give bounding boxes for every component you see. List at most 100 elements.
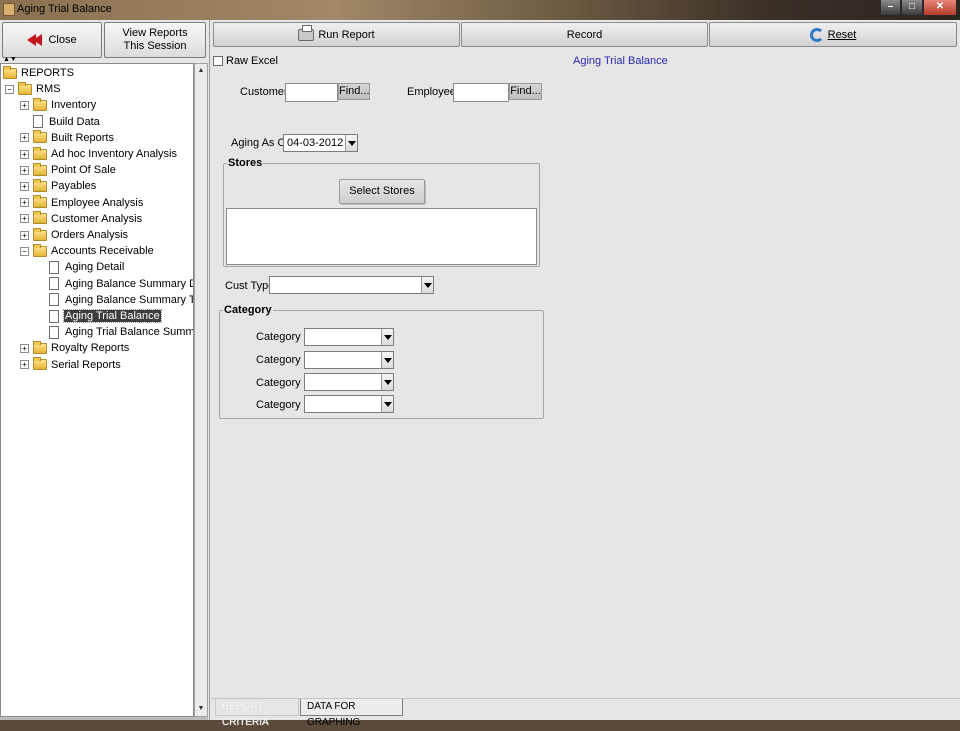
dropdown-arrow-icon[interactable] xyxy=(421,277,433,293)
expand-icon[interactable]: + xyxy=(20,343,29,353)
collapse-icon[interactable]: − xyxy=(20,246,29,256)
minimize-button[interactable]: – xyxy=(880,0,901,16)
refresh-icon xyxy=(809,27,824,42)
employee-find-button[interactable]: Find... xyxy=(509,83,542,100)
tree-item[interactable]: + Employee Analysis xyxy=(20,195,144,211)
dropdown-arrow-icon[interactable] xyxy=(381,329,393,345)
right-pane: Run Report Record Reset Raw Excel Aging … xyxy=(211,20,960,728)
customer-find-button[interactable]: Find... xyxy=(338,83,370,100)
expand-icon[interactable]: + xyxy=(20,133,29,143)
dropdown-arrow-icon[interactable] xyxy=(381,374,393,390)
tree-item[interactable]: + Payables xyxy=(20,178,97,194)
aging-as-of-label: Aging As Of xyxy=(231,137,290,149)
employee-label: Employee xyxy=(407,86,456,98)
report-tree[interactable]: REPORTS − RMS + Inventory Build Data + Built Re… xyxy=(0,63,194,717)
expand-icon[interactable]: + xyxy=(20,181,29,191)
run-report-button[interactable]: Run Report xyxy=(213,22,460,47)
tab-report-criteria[interactable]: REPORT CRITERIA xyxy=(215,699,299,728)
expand-icon[interactable]: + xyxy=(20,360,29,370)
expand-icon[interactable]: + xyxy=(20,198,29,208)
folder-icon xyxy=(33,97,47,111)
tree-item-label: Aging Detail xyxy=(65,261,125,274)
title-bar: Aging Trial Balance – □ ✕ xyxy=(0,0,960,20)
tree-item[interactable]: Aging Detail xyxy=(36,259,125,275)
tree-item[interactable]: − Accounts Receivable xyxy=(20,243,155,259)
tree-item-label: Aging Balance Summary Totals xyxy=(65,293,194,306)
expand-icon[interactable]: + xyxy=(20,149,29,159)
maximize-button[interactable]: □ xyxy=(901,0,923,16)
category-4-select[interactable] xyxy=(304,395,394,413)
close-window-button[interactable]: ✕ xyxy=(923,0,957,16)
tree-item[interactable]: Aging Trial Balance xyxy=(36,308,162,324)
tree-item-label: Build Data xyxy=(49,115,100,128)
tree-item-label: RMS xyxy=(36,83,61,96)
category-1-label: Category 1 xyxy=(256,331,310,343)
tab-data-for-graphing[interactable]: DATA FOR GRAPHING xyxy=(300,699,403,728)
reset-button[interactable]: Reset xyxy=(709,22,957,47)
reset-label: Reset xyxy=(827,28,857,41)
folder-icon xyxy=(33,195,47,209)
dropdown-arrow-icon[interactable] xyxy=(381,396,393,412)
stores-list[interactable] xyxy=(226,208,537,265)
category-3-select[interactable] xyxy=(304,373,394,391)
close-button-label: Close xyxy=(48,34,77,46)
raw-excel-option[interactable]: Raw Excel xyxy=(213,55,278,67)
document-icon xyxy=(49,260,59,274)
dropdown-arrow-icon[interactable] xyxy=(381,352,393,368)
cust-type-label: Cust Type xyxy=(225,280,275,292)
folder-icon xyxy=(33,130,47,144)
raw-excel-checkbox[interactable] xyxy=(213,56,223,66)
tree-item[interactable]: + Built Reports xyxy=(20,130,115,146)
tree-item[interactable]: Aging Balance Summary Totals xyxy=(36,292,194,308)
bottom-tabs: REPORT CRITERIA DATA FOR GRAPHING xyxy=(211,698,960,728)
category-2-select[interactable] xyxy=(304,351,394,369)
collapse-icon[interactable]: − xyxy=(5,84,14,94)
dropdown-arrow-icon[interactable] xyxy=(345,135,357,151)
category-1-select[interactable] xyxy=(304,328,394,346)
folder-icon xyxy=(33,340,47,354)
tree-item[interactable]: Build Data xyxy=(20,114,101,130)
close-button[interactable]: Close xyxy=(2,22,102,58)
open-folder-icon xyxy=(33,243,47,257)
tree-item-label: Customer Analysis xyxy=(51,212,143,225)
tree-item[interactable]: + Customer Analysis xyxy=(20,211,143,227)
tree-item[interactable]: REPORTS xyxy=(3,65,75,81)
document-icon xyxy=(49,309,59,323)
folder-icon xyxy=(33,178,47,192)
scroll-up-icon[interactable]: ▲ xyxy=(195,64,207,78)
expand-icon[interactable]: + xyxy=(20,165,29,175)
category-group-title: Category xyxy=(223,304,273,316)
tree-item[interactable]: + Royalty Reports xyxy=(20,340,130,356)
tree-item-label: Orders Analysis xyxy=(51,229,129,241)
scroll-down-icon[interactable]: ▼ xyxy=(195,702,207,716)
expand-icon[interactable]: + xyxy=(20,214,29,224)
employee-field[interactable] xyxy=(453,83,509,102)
tree-item[interactable]: Aging Trial Balance Summary xyxy=(36,324,193,340)
view-reports-button[interactable]: View Reports This Session xyxy=(104,22,206,58)
folder-icon xyxy=(33,162,47,176)
customer-field[interactable] xyxy=(285,83,338,102)
tree-item[interactable]: − RMS xyxy=(5,81,61,97)
tree-item-label: Ad hoc Inventory Analysis xyxy=(51,148,177,160)
record-label: Record xyxy=(566,28,603,41)
tree-item[interactable]: + Inventory xyxy=(20,97,97,113)
stores-group: Stores Select Stores xyxy=(223,157,540,267)
tree-item[interactable]: + Ad hoc Inventory Analysis xyxy=(20,146,178,162)
record-button[interactable]: Record xyxy=(461,22,708,47)
tree-item-label: Payables xyxy=(51,180,97,193)
raw-excel-label: Raw Excel xyxy=(226,55,278,67)
tree-item-label: REPORTS xyxy=(21,67,74,79)
tree-item[interactable]: + Orders Analysis xyxy=(20,227,129,243)
splitter-arrows-icon[interactable]: ▲▼ xyxy=(3,56,17,63)
expand-icon[interactable]: + xyxy=(20,100,29,110)
tree-item[interactable]: + Point Of Sale xyxy=(20,162,117,178)
tree-item[interactable]: Aging Balance Summary Detail xyxy=(36,276,193,292)
cust-type-select[interactable] xyxy=(269,276,434,294)
tree-item[interactable]: + Serial Reports xyxy=(20,357,122,373)
document-icon xyxy=(49,293,59,307)
aging-as-of-date-picker[interactable]: 04-03-2012 xyxy=(283,134,358,152)
window-title: Aging Trial Balance xyxy=(17,3,112,15)
expand-icon[interactable]: + xyxy=(20,230,29,240)
select-stores-button[interactable]: Select Stores xyxy=(339,179,425,204)
tree-scrollbar[interactable]: ▲ ▼ xyxy=(194,63,208,717)
